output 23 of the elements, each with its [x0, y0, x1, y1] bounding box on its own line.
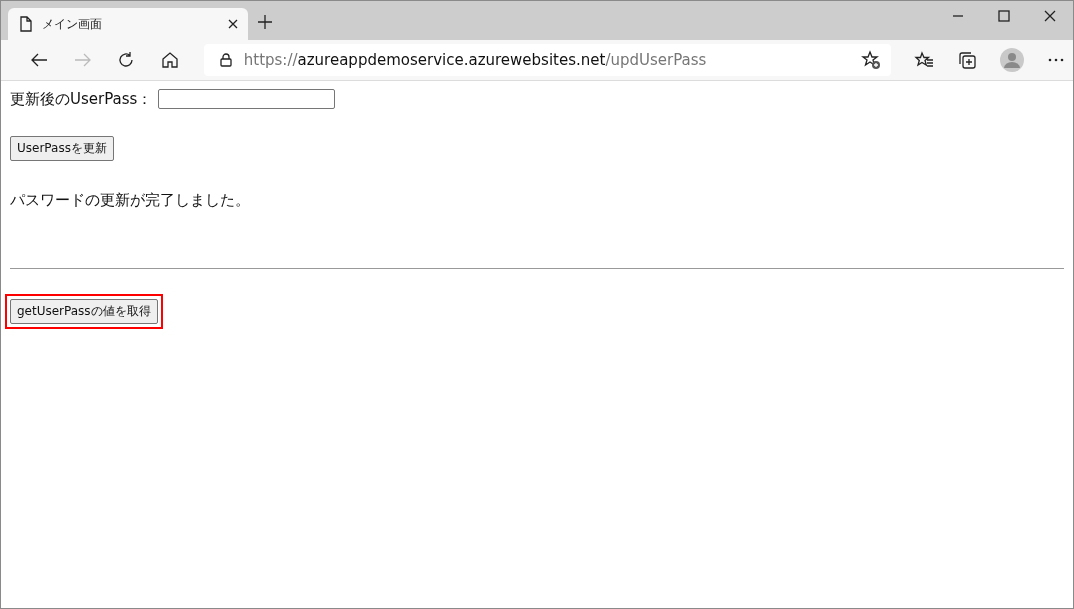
- refresh-icon[interactable]: [117, 51, 136, 69]
- back-icon[interactable]: [29, 52, 48, 68]
- url-text: https://azureappdemoservice.azurewebsites.net/updUserPass: [243, 51, 708, 69]
- document-icon: [20, 16, 32, 32]
- star-list-icon[interactable]: [914, 51, 934, 69]
- plus-icon[interactable]: [258, 15, 272, 29]
- star-plus-icon[interactable]: [861, 50, 881, 70]
- maximize-icon[interactable]: [998, 10, 1010, 22]
- collections-icon[interactable]: [957, 50, 977, 70]
- more-icon[interactable]: [1047, 58, 1065, 62]
- tab-title: メイン画面: [42, 15, 103, 33]
- close-icon[interactable]: [228, 19, 238, 29]
- get-value-button[interactable]: getUserPassの値を取得: [10, 299, 158, 324]
- home-icon[interactable]: [160, 51, 179, 69]
- browser-tab[interactable]: メイン画面: [8, 8, 248, 40]
- field-label: 更新後のUserPass：: [10, 89, 153, 109]
- address-bar[interactable]: https://azureappdemoservice.azurewebsites.net/updUserPass: [203, 44, 891, 76]
- close-icon[interactable]: [1044, 10, 1056, 22]
- userpass-input[interactable]: [158, 89, 336, 109]
- update-button[interactable]: UserPassを更新: [10, 136, 114, 161]
- lock-icon: [219, 53, 232, 67]
- avatar-icon[interactable]: [1000, 48, 1024, 72]
- success-message: パスワードの更新が完了しました。: [10, 191, 251, 210]
